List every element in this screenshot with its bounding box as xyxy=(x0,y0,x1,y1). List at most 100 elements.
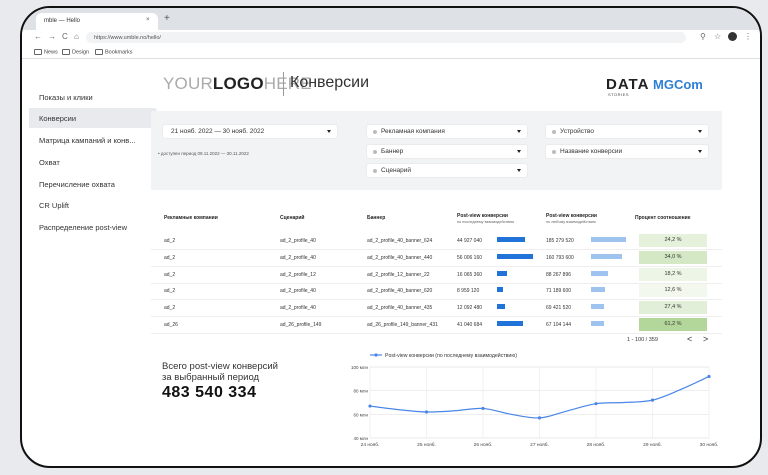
sidebar-item-reach[interactable]: Охват xyxy=(29,152,157,172)
pv-any-bar xyxy=(591,287,605,293)
cell-pv-any: 69 421 520 xyxy=(546,305,572,312)
cell-scenario: ad_2_profile_40 xyxy=(280,305,316,312)
dot-icon xyxy=(552,129,556,134)
cell-campaign: ad_2 xyxy=(164,305,176,312)
table-row[interactable]: ad_2 ad_2_profile_40 ad_2_profile_40_banne… xyxy=(151,300,722,318)
cell-scenario: ad_2_profile_40 xyxy=(280,288,316,295)
new-tab-icon[interactable]: + xyxy=(164,13,170,24)
sidebar-item-label: Матрица кампаний и конв... xyxy=(39,136,136,145)
scenario-filter[interactable]: Сценарий xyxy=(367,164,527,177)
pv-any-bar xyxy=(591,253,622,259)
sidebar-item-matrix[interactable]: Матрица кампаний и конв... xyxy=(29,130,157,150)
star-icon[interactable]: ☆ xyxy=(714,32,721,41)
forward-icon[interactable]: → xyxy=(48,32,56,41)
summary-value: 483 540 334 xyxy=(162,384,257,401)
zoom-icon[interactable]: ⚲ xyxy=(700,32,706,41)
sidebar: Показы и клики Конверсии Матрица кампани… xyxy=(22,59,158,464)
menu-icon[interactable]: ⋮ xyxy=(744,32,752,41)
brand-subtext: STORIES xyxy=(608,92,629,97)
cell-scenario: ad_2_profile_40 xyxy=(280,238,316,244)
sidebar-item-conversions[interactable]: Конверсии xyxy=(29,108,157,128)
sidebar-item-reach-list[interactable]: Перечисление охвата xyxy=(29,174,157,194)
cell-pv-any: 67 104 144 xyxy=(546,322,572,328)
banner-filter[interactable]: Баннер xyxy=(367,145,527,158)
device-filter-label: Устройство xyxy=(560,128,595,135)
back-icon[interactable]: ← xyxy=(34,32,42,41)
cell-pv-last: 41 040 684 xyxy=(457,322,483,328)
column-header-campaign[interactable]: Рекламные компании xyxy=(164,215,218,222)
sidebar-item-label: Распределение post-view xyxy=(39,223,128,232)
dot-icon xyxy=(373,168,377,173)
column-header-scenario[interactable]: Сценарий xyxy=(280,215,304,222)
folder-icon xyxy=(62,49,70,55)
data-stories-logo: DATA STORIES xyxy=(606,76,649,97)
reload-icon[interactable]: C xyxy=(62,32,68,41)
tab-strip: mble — Hello × + xyxy=(22,8,760,30)
bookmark-news[interactable]: News xyxy=(34,49,58,55)
column-header-banner[interactable]: Баннер xyxy=(367,215,385,222)
date-range-picker[interactable]: 21 нояб. 2022 — 30 нояб. 2022 xyxy=(163,125,337,138)
sidebar-item-label: Перечисление охвата xyxy=(39,180,115,189)
pv-last-bar xyxy=(497,237,526,242)
campaign-filter[interactable]: Рекламная компания xyxy=(367,125,527,138)
url-input[interactable]: https://www.umble.no/hello/ xyxy=(86,32,686,43)
address-bar-row: ← → C ⌂ https://www.umble.no/hello/ ⚲ ☆ … xyxy=(22,30,760,46)
page-title: Конверсии xyxy=(290,74,370,91)
chevron-down-icon xyxy=(698,130,702,133)
url-text: https://www.umble.no/hello/ xyxy=(94,34,161,41)
table-row[interactable]: ad_26 ad_26_profile_149 ad_26_profile_149_… xyxy=(151,317,722,334)
cell-banner: ad_2_profile_40_banner_624 xyxy=(367,238,433,244)
cell-banner: ad_2_profile_40_banner_435 xyxy=(367,305,433,312)
table-row[interactable]: ad_2 ad_2_profile_40 ad_2_profile_40_banne… xyxy=(151,233,722,250)
summary-label: Всего post-view конверсий за выбранный пе… xyxy=(162,361,278,383)
pv-last-bar xyxy=(497,304,505,310)
table-row[interactable]: ad_2 ad_2_profile_12 ad_2_profile_12_banne… xyxy=(151,267,722,284)
cell-campaign: ad_2 xyxy=(164,288,176,295)
pv-any-bar xyxy=(591,270,608,276)
device-filter[interactable]: Устройство xyxy=(546,125,708,138)
pv-last-bar xyxy=(497,287,503,293)
bookmarks-bar: News Design Bookmarks xyxy=(22,46,760,59)
conversion-name-filter[interactable]: Название конверсии xyxy=(546,145,708,158)
table-row[interactable]: ad_2 ad_2_profile_40 ad_2_profile_40_banne… xyxy=(151,283,722,301)
cell-pv-any: 71 189 600 xyxy=(546,288,572,295)
bookmark-design[interactable]: Design xyxy=(62,49,89,55)
cell-scenario: ad_2_profile_12 xyxy=(280,271,316,278)
cell-pv-any: 88 267 896 xyxy=(546,271,572,278)
column-header-pv-any[interactable]: Post-view конверсии по любому взаимодейст… xyxy=(546,213,597,225)
campaign-filter-label: Рекламная компания xyxy=(381,128,445,135)
sidebar-item-label: Конверсии xyxy=(39,114,77,123)
mgcom-logo: MGCom xyxy=(653,77,703,92)
prev-page-button[interactable]: < xyxy=(687,334,692,344)
close-icon[interactable]: × xyxy=(146,17,150,23)
logo-part: LOGO xyxy=(212,74,264,93)
column-header-ratio[interactable]: Процент соотношение xyxy=(635,215,691,222)
cell-campaign: ad_2 xyxy=(164,271,176,278)
cell-pv-any: 160 793 600 xyxy=(546,254,574,261)
table-row[interactable]: ad_2 ad_2_profile_40 ad_2_profile_40_banne… xyxy=(151,250,722,267)
cell-pv-last: 12 092 480 xyxy=(457,305,483,312)
cell-campaign: ad_26 xyxy=(164,322,178,328)
conversions-table: Рекламные компании Сценарий Баннер Post-… xyxy=(151,205,722,334)
column-header-pv-last[interactable]: Post-view конверсии по последнему взаимод… xyxy=(457,213,515,225)
sidebar-item-cr-uplift[interactable]: CR Uplift xyxy=(29,195,157,215)
header-subtext: по любому взаимодействию xyxy=(546,219,596,224)
bookmark-bookmarks[interactable]: Bookmarks xyxy=(95,49,133,55)
cell-ratio: 12,6 % xyxy=(639,284,707,298)
browser-tab[interactable]: mble — Hello × xyxy=(36,13,158,30)
cell-campaign: ad_2 xyxy=(164,254,176,261)
next-page-button[interactable]: > xyxy=(703,334,708,344)
chevron-down-icon xyxy=(517,150,521,153)
cell-ratio: 61,2 % xyxy=(639,318,707,331)
sidebar-item-label: Показы и клики xyxy=(39,93,93,102)
avatar[interactable] xyxy=(728,32,737,41)
bookmark-label: News xyxy=(44,49,58,56)
home-icon[interactable]: ⌂ xyxy=(74,32,79,41)
header-subtext: по последнему взаимодействию xyxy=(457,219,515,224)
pv-last-bar xyxy=(497,321,524,326)
cell-scenario: ad_26_profile_149 xyxy=(280,322,322,328)
pv-last-bar xyxy=(497,270,508,276)
sidebar-item-impressions[interactable]: Показы и клики xyxy=(29,87,157,107)
sidebar-item-postview[interactable]: Распределение post-view xyxy=(29,217,157,237)
cell-pv-last: 16 065 360 xyxy=(457,271,483,278)
